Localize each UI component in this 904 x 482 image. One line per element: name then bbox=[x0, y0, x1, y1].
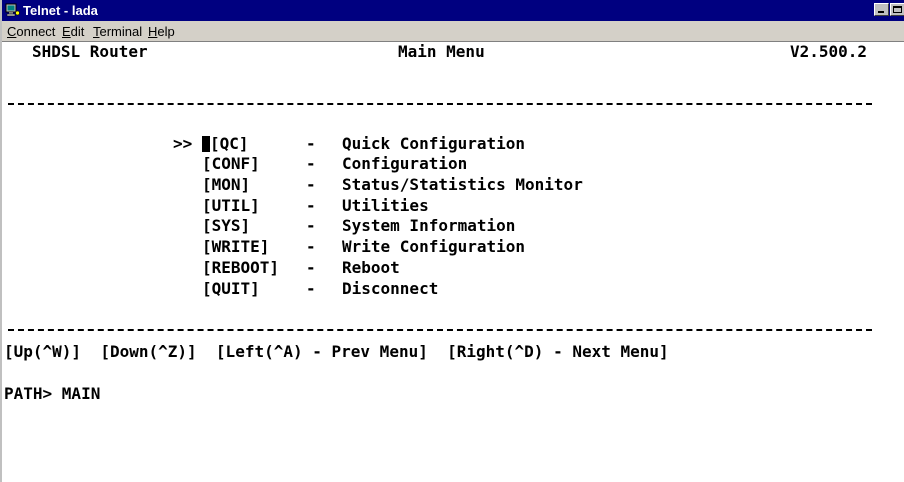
menu-option-separator: - bbox=[306, 216, 316, 235]
terminal-screen[interactable]: SHDSL Router Main Menu V2.500.2 >> [QC] … bbox=[2, 42, 904, 482]
menu-option-key: [REBOOT] bbox=[202, 258, 280, 277]
menu-option-description: System Information bbox=[342, 216, 516, 235]
bottom-divider bbox=[8, 329, 872, 331]
menu-option-description: Quick Configuration bbox=[342, 134, 526, 153]
menu-edit-label: dit bbox=[70, 24, 85, 39]
menu-option-separator: - bbox=[306, 279, 316, 298]
menu-edit[interactable]: Edit bbox=[62, 24, 84, 39]
telnet-window: Telnet - lada Connect Edit Terminal Help… bbox=[0, 0, 904, 482]
menu-option-description: Status/Statistics Monitor bbox=[342, 175, 583, 194]
menu-connect-mnemonic: C bbox=[7, 24, 17, 39]
menu-option-separator: - bbox=[306, 258, 316, 277]
menu-terminal[interactable]: Terminal bbox=[93, 24, 142, 39]
top-divider bbox=[8, 103, 872, 105]
menu-option-key: [CONF] bbox=[202, 154, 260, 173]
text-cursor bbox=[202, 136, 210, 152]
header-product: SHDSL Router bbox=[32, 42, 148, 61]
menu-option-separator: - bbox=[306, 154, 316, 173]
menu-terminal-label: erminal bbox=[99, 24, 143, 39]
menu-bar: Connect Edit Terminal Help bbox=[2, 21, 904, 42]
menu-option-conf[interactable]: [CONF] - Configuration bbox=[2, 154, 702, 174]
minimize-button[interactable] bbox=[874, 3, 889, 16]
menu-option-separator: - bbox=[306, 237, 316, 256]
menu-option-key-text: [QC] bbox=[210, 134, 249, 153]
menu-help-label: elp bbox=[157, 24, 175, 39]
telnet-app-icon bbox=[5, 3, 20, 17]
title-bar[interactable]: Telnet - lada bbox=[2, 0, 904, 21]
menu-option-separator: - bbox=[306, 134, 316, 153]
menu-option-util[interactable]: [UTIL] - Utilities bbox=[2, 196, 702, 216]
menu-option-key: [MON] bbox=[202, 175, 251, 194]
maximize-button[interactable] bbox=[890, 3, 904, 16]
menu-option-description: Write Configuration bbox=[342, 237, 526, 256]
menu-help[interactable]: Help bbox=[148, 24, 175, 39]
menu-option-key: [WRITE] bbox=[202, 237, 270, 256]
menu-option-description: Configuration bbox=[342, 154, 468, 173]
header-version: V2.500.2 bbox=[790, 42, 868, 61]
menu-connect-label: onnect bbox=[16, 24, 56, 39]
window-title: Telnet - lada bbox=[23, 3, 98, 18]
menu-option-description: Utilities bbox=[342, 196, 429, 215]
menu-option-key: [QC] bbox=[202, 134, 249, 154]
menu-option-reboot[interactable]: [REBOOT] - Reboot bbox=[2, 258, 702, 278]
menu-help-mnemonic: H bbox=[148, 24, 158, 39]
menu-option-key: [SYS] bbox=[202, 216, 251, 235]
menu-option-key: [UTIL] bbox=[202, 196, 260, 215]
header-title: Main Menu bbox=[398, 42, 485, 61]
menu-option-qc[interactable]: >> [QC] - Quick Configuration bbox=[2, 134, 702, 154]
menu-option-separator: - bbox=[306, 196, 316, 215]
selection-marker: >> bbox=[173, 134, 193, 153]
menu-connect[interactable]: Connect bbox=[7, 24, 55, 39]
menu-option-description: Disconnect bbox=[342, 279, 439, 298]
menu-option-key: [QUIT] bbox=[202, 279, 260, 298]
menu-option-write[interactable]: [WRITE] - Write Configuration bbox=[2, 237, 702, 257]
menu-option-description: Reboot bbox=[342, 258, 400, 277]
menu-edit-mnemonic: E bbox=[62, 24, 71, 39]
menu-option-mon[interactable]: [MON] - Status/Statistics Monitor bbox=[2, 175, 702, 195]
navigation-hint: [Up(^W)] [Down(^Z)] [Left(^A) - Prev Men… bbox=[4, 342, 669, 361]
menu-option-separator: - bbox=[306, 175, 316, 194]
menu-option-quit[interactable]: [QUIT] - Disconnect bbox=[2, 279, 702, 299]
menu-option-sys[interactable]: [SYS] - System Information bbox=[2, 216, 702, 236]
path-prompt: PATH> MAIN bbox=[4, 384, 101, 403]
